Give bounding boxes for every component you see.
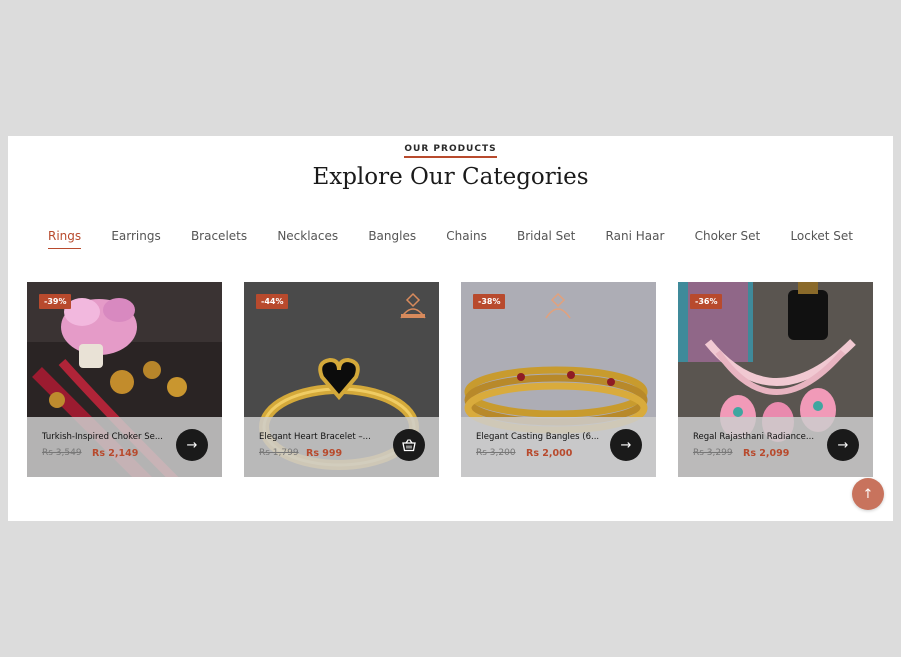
product-name[interactable]: Regal Rajasthani Radiance...: [693, 432, 828, 442]
tab-rani-haar[interactable]: Rani Haar: [606, 229, 665, 249]
category-tabs: Rings Earrings Bracelets Necklaces Bangl…: [48, 229, 853, 249]
tab-bangles[interactable]: Bangles: [368, 229, 416, 249]
tab-necklaces[interactable]: Necklaces: [277, 229, 338, 249]
discount-badge: -39%: [39, 294, 72, 309]
section-eyebrow: OUR PRODUCTS: [8, 144, 893, 158]
add-to-basket-button[interactable]: [393, 429, 425, 461]
product-name[interactable]: Elegant Heart Bracelet –...: [259, 432, 394, 442]
discount-badge: -38%: [473, 294, 506, 309]
tab-rings[interactable]: Rings: [48, 229, 82, 249]
tab-earrings[interactable]: Earrings: [111, 229, 160, 249]
tab-choker-set[interactable]: Choker Set: [695, 229, 761, 249]
product-card[interactable]: -36% Regal Rajasthani Radiance... Rs 3,2…: [678, 282, 873, 477]
product-card[interactable]: -38% Elegant Casting Bangles (6... Rs 3,…: [461, 282, 656, 477]
product-name[interactable]: Elegant Casting Bangles (6...: [476, 432, 611, 442]
basket-icon: [402, 439, 416, 452]
eyebrow-label: OUR PRODUCTS: [404, 144, 497, 158]
original-price: Rs 3,200: [476, 448, 516, 458]
arrow-right-icon: →: [186, 437, 198, 453]
original-price: Rs 3,549: [42, 448, 82, 458]
product-card[interactable]: -44% Elegant Heart Bracelet –... Rs 1,79…: [244, 282, 439, 477]
section-title: Explore Our Categories: [312, 164, 589, 190]
discount-badge: -44%: [256, 294, 289, 309]
products-section: OUR PRODUCTS Explore Our Categories Ring…: [8, 136, 893, 521]
product-card[interactable]: -39% Turkish-Inspired Choker Se... Rs 3,…: [27, 282, 222, 477]
arrow-right-icon: →: [620, 437, 632, 453]
original-price: Rs 3,299: [693, 448, 733, 458]
tab-bridal-set[interactable]: Bridal Set: [517, 229, 575, 249]
sale-price: Rs 999: [306, 448, 343, 459]
view-product-button[interactable]: →: [827, 429, 859, 461]
arrow-up-icon: ↑: [862, 486, 874, 502]
tab-locket-set[interactable]: Locket Set: [790, 229, 853, 249]
view-product-button[interactable]: →: [610, 429, 642, 461]
original-price: Rs 1,799: [259, 448, 299, 458]
arrow-right-icon: →: [837, 437, 849, 453]
sale-price: Rs 2,000: [526, 448, 573, 459]
product-name[interactable]: Turkish-Inspired Choker Se...: [42, 432, 177, 442]
scroll-to-top-button[interactable]: ↑: [852, 478, 884, 510]
view-product-button[interactable]: →: [176, 429, 208, 461]
brand-logo: [400, 292, 426, 319]
brand-logo: [545, 292, 571, 319]
tab-chains[interactable]: Chains: [446, 229, 487, 249]
sale-price: Rs 2,149: [92, 448, 139, 459]
discount-badge: -36%: [690, 294, 723, 309]
tab-bracelets[interactable]: Bracelets: [191, 229, 247, 249]
sale-price: Rs 2,099: [743, 448, 790, 459]
